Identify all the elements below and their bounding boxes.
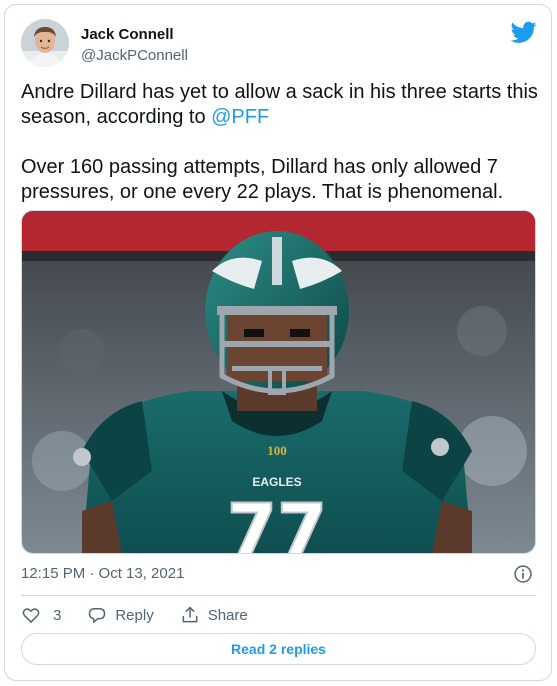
- jersey-number: 77: [227, 488, 327, 554]
- divider: [21, 595, 536, 596]
- player-photo: 100 EAGLES 77: [22, 211, 535, 554]
- tweet-header: Jack Connell @JackPConnell: [21, 19, 537, 67]
- share-icon: [182, 606, 198, 623]
- reply-button[interactable]: Reply: [87, 605, 154, 625]
- tweet-paragraph-2: Over 160 passing attempts, Dillard has o…: [21, 156, 504, 203]
- avatar-image: [21, 19, 69, 67]
- twitter-bird-icon[interactable]: [511, 19, 537, 45]
- heart-icon: [22, 608, 40, 623]
- share-label: Share: [207, 606, 248, 624]
- tweet-actions: 3 Reply Share: [21, 603, 274, 627]
- share-button[interactable]: Share: [180, 605, 248, 625]
- reply-icon: [89, 608, 106, 623]
- tweet-text-line-1: Andre Dillard has yet to allow a sack in…: [21, 81, 538, 128]
- like-button[interactable]: 3: [21, 605, 61, 625]
- jersey-wordmark: EAGLES: [252, 475, 301, 489]
- tweet-card: Jack Connell @JackPConnell Andre Dillard…: [4, 4, 552, 681]
- mention-link[interactable]: @PFF: [211, 106, 269, 128]
- like-count: 3: [53, 606, 62, 624]
- user-name[interactable]: Jack Connell: [81, 26, 174, 43]
- read-replies-button[interactable]: Read 2 replies: [21, 633, 536, 665]
- patch-text: 100: [267, 443, 287, 458]
- avatar[interactable]: [21, 19, 69, 67]
- user-handle[interactable]: @JackPConnell: [81, 47, 188, 64]
- tweet-photo[interactable]: 100 EAGLES 77: [21, 210, 536, 554]
- info-icon[interactable]: [513, 564, 533, 584]
- reply-label: Reply: [115, 606, 154, 624]
- tweet-text: Andre Dillard has yet to allow a sack in…: [21, 80, 541, 205]
- tweet-paragraph-1: Andre Dillard has yet to allow a sack in…: [21, 80, 541, 130]
- tweet-timestamp[interactable]: 12:15 PM · Oct 13, 2021: [21, 565, 184, 582]
